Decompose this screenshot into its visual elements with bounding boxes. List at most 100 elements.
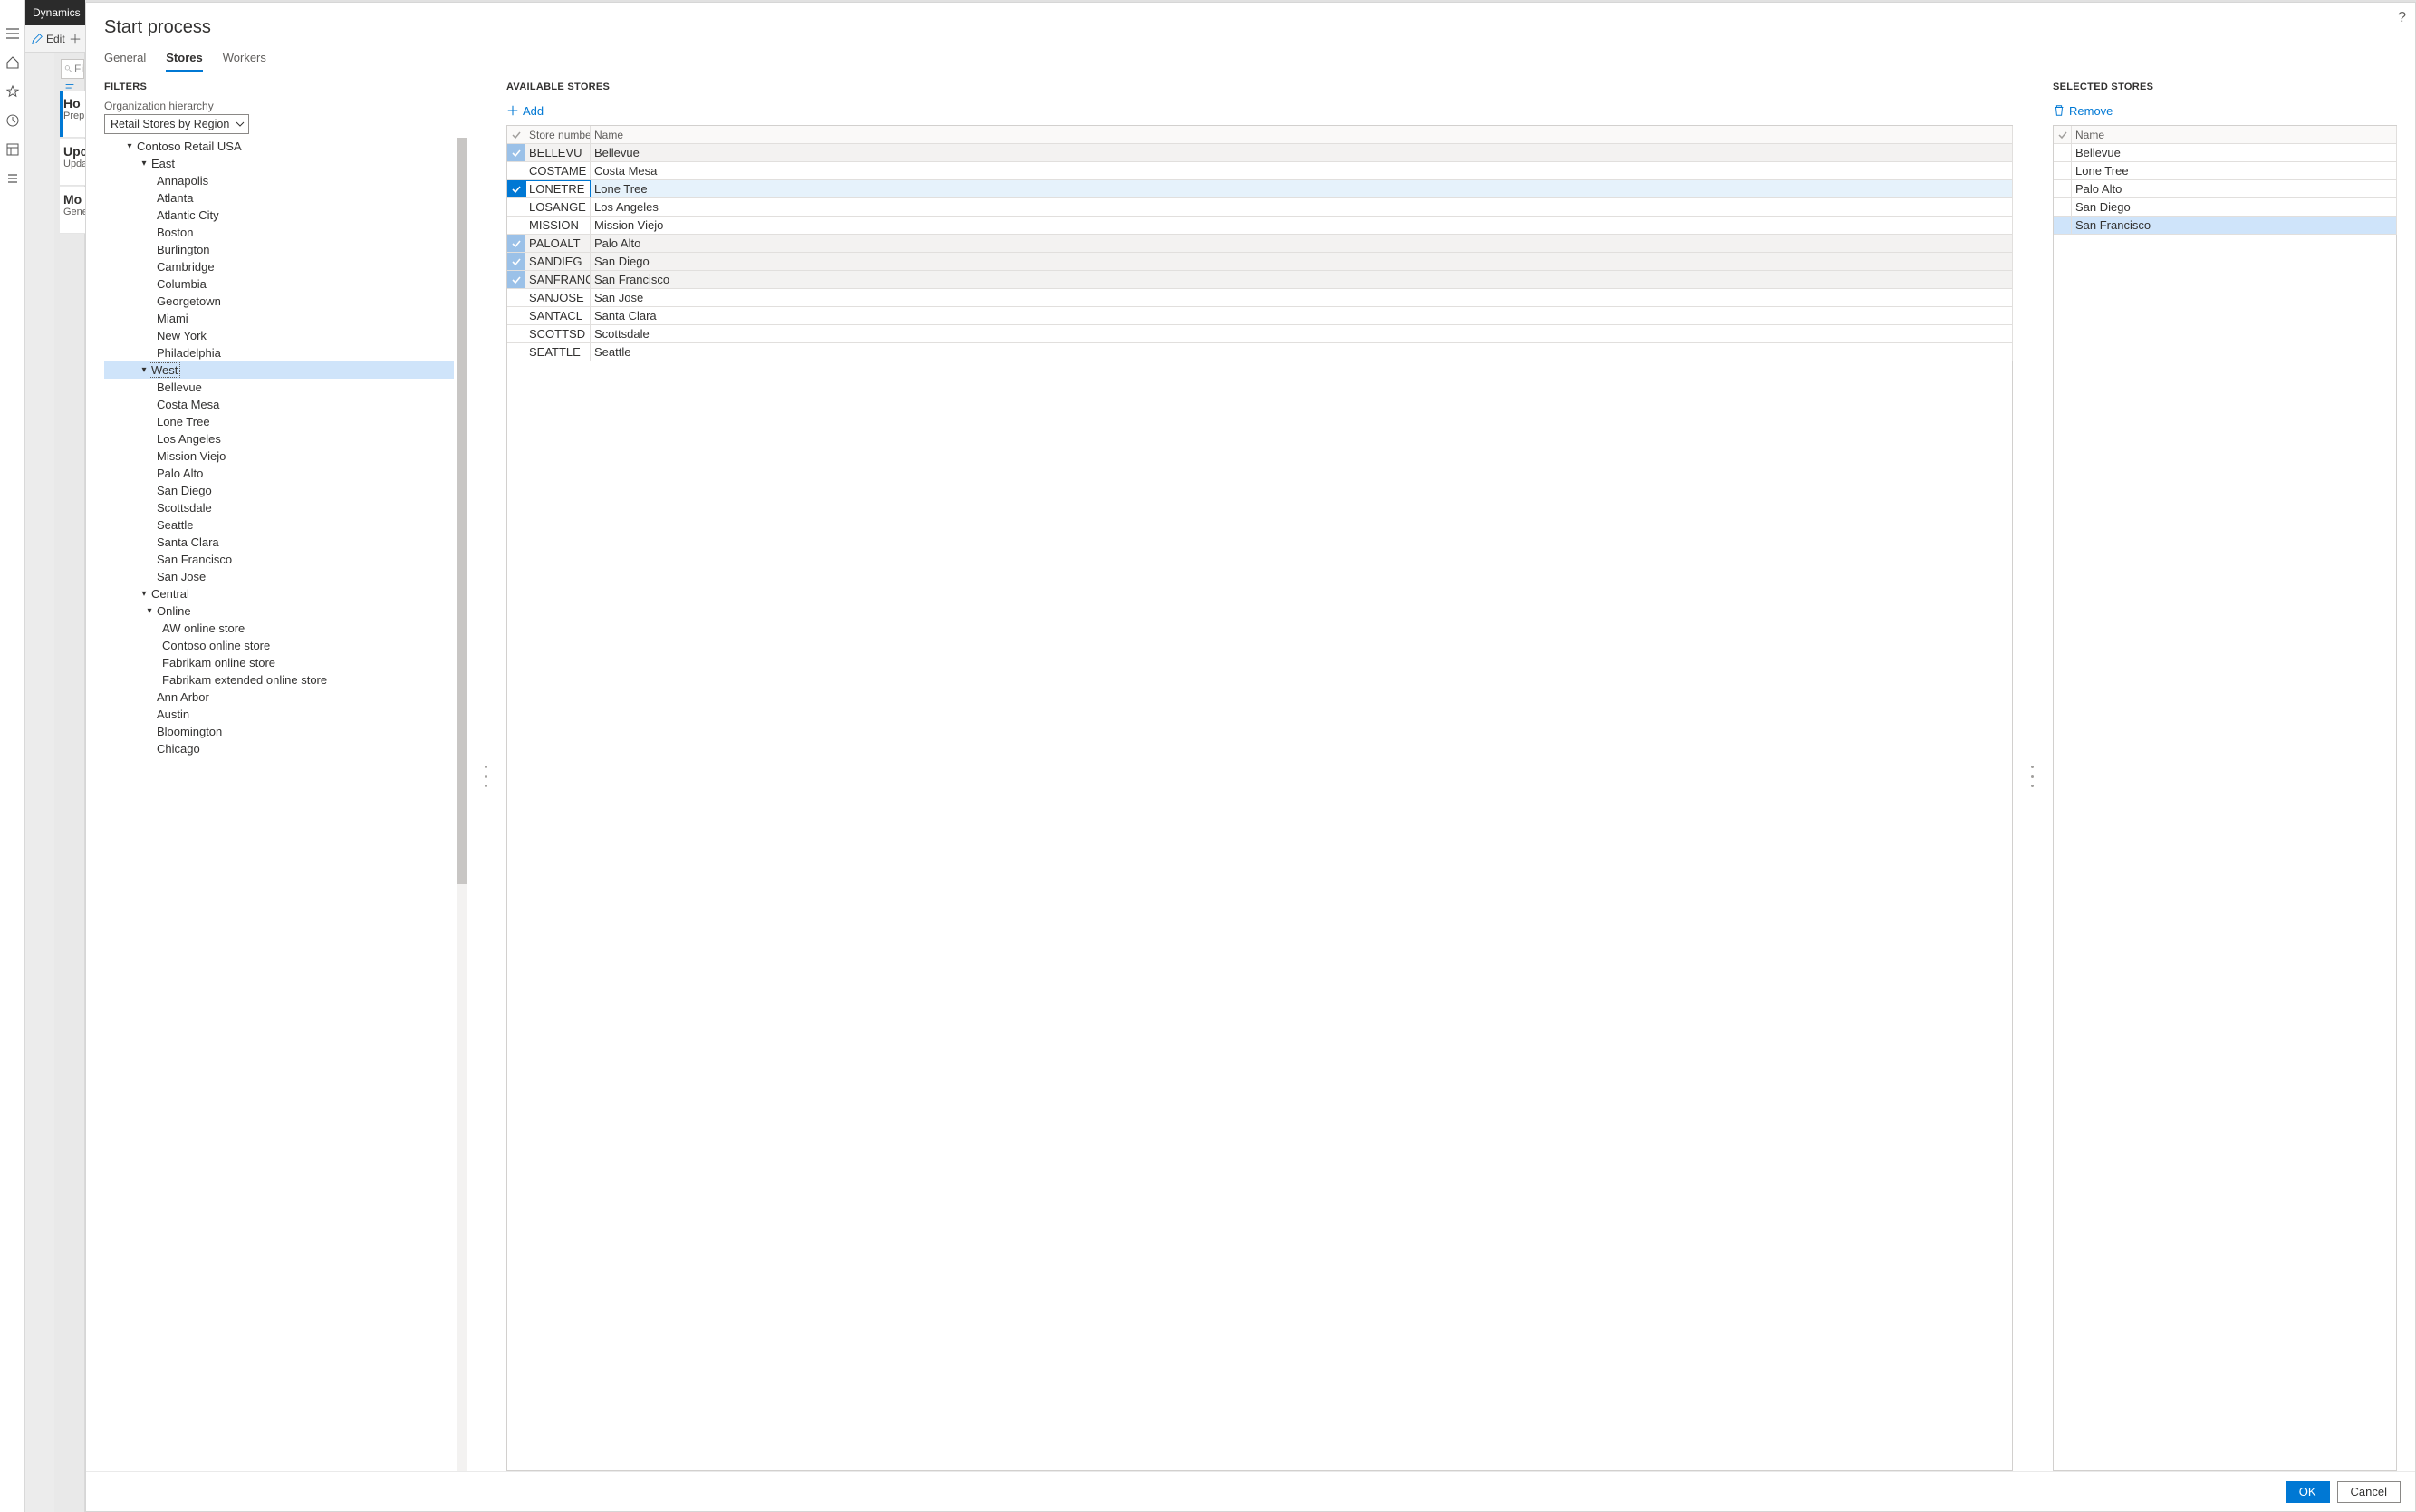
available-row[interactable]: SANFRANCISSan Francisco <box>507 271 2013 289</box>
tree-node[interactable]: Mission Viejo <box>104 448 454 465</box>
available-row[interactable]: SEATTLESeattle <box>507 343 2013 361</box>
tree-node[interactable]: Costa Mesa <box>104 396 454 413</box>
plus-icon[interactable] <box>69 33 82 45</box>
row-checkbox[interactable] <box>2054 217 2072 234</box>
tree-scrollbar-thumb[interactable] <box>457 138 467 884</box>
tree-node[interactable]: Scottsdale <box>104 499 454 516</box>
tree-node[interactable]: ▾East <box>104 155 454 172</box>
selected-row[interactable]: Palo Alto <box>2054 180 2397 198</box>
tree-node[interactable]: Fabrikam extended online store <box>104 671 454 689</box>
tree-node[interactable]: Seattle <box>104 516 454 534</box>
tree-node[interactable]: AW online store <box>104 620 454 637</box>
org-hierarchy-dropdown[interactable]: Retail Stores by Region <box>104 114 249 134</box>
bg-card[interactable]: UpcUpda <box>60 139 85 186</box>
available-row[interactable]: SANJOSESan Jose <box>507 289 2013 307</box>
row-checkbox[interactable] <box>2054 144 2072 161</box>
tree-node[interactable]: ▾Central <box>104 585 454 602</box>
tree-node[interactable]: ▾Online <box>104 602 454 620</box>
tab-workers[interactable]: Workers <box>223 51 266 72</box>
bg-search-input[interactable]: Fi <box>61 59 84 79</box>
available-row[interactable]: BELLEVUBellevue <box>507 144 2013 162</box>
tree-node[interactable]: Palo Alto <box>104 465 454 482</box>
available-row[interactable]: LONETRELone Tree <box>507 180 2013 198</box>
selected-row[interactable]: San Diego <box>2054 198 2397 217</box>
tree-node[interactable]: Los Angeles <box>104 430 454 448</box>
row-checkbox[interactable] <box>507 307 525 324</box>
add-button[interactable]: Add <box>506 100 2013 121</box>
row-checkbox[interactable] <box>507 180 525 197</box>
nav-recent-icon[interactable] <box>0 112 25 129</box>
tree-node[interactable]: Cambridge <box>104 258 454 275</box>
row-checkbox[interactable] <box>2054 162 2072 179</box>
splitter-left[interactable] <box>483 82 490 1471</box>
row-checkbox[interactable] <box>507 217 525 234</box>
col-store-number[interactable]: Store number <box>525 126 591 143</box>
tree-node[interactable]: San Diego <box>104 482 454 499</box>
nav-home-icon[interactable] <box>0 54 25 71</box>
available-row[interactable]: LOSANGELos Angeles <box>507 198 2013 217</box>
remove-button[interactable]: Remove <box>2053 100 2397 121</box>
ok-button[interactable]: OK <box>2286 1481 2330 1503</box>
selected-row[interactable]: San Francisco <box>2054 217 2397 235</box>
tree-node[interactable]: Fabrikam online store <box>104 654 454 671</box>
available-row[interactable]: SCOTTSDScottsdale <box>507 325 2013 343</box>
row-checkbox[interactable] <box>507 325 525 342</box>
tree-node[interactable]: ▾West <box>104 361 454 379</box>
col-name[interactable]: Name <box>591 126 2012 143</box>
row-checkbox[interactable] <box>507 253 525 270</box>
nav-list-icon[interactable] <box>0 170 25 187</box>
tree-node[interactable]: New York <box>104 327 454 344</box>
col-name[interactable]: Name <box>2072 126 2396 143</box>
row-checkbox[interactable] <box>507 289 525 306</box>
row-checkbox[interactable] <box>507 343 525 361</box>
tree-node[interactable]: Contoso online store <box>104 637 454 654</box>
available-row[interactable]: COSTAMECosta Mesa <box>507 162 2013 180</box>
tree-node[interactable]: Lone Tree <box>104 413 454 430</box>
row-checkbox[interactable] <box>507 144 525 161</box>
help-button[interactable]: ? <box>2398 10 2406 26</box>
tree-node[interactable]: Columbia <box>104 275 454 293</box>
available-row[interactable]: MISSIONMission Viejo <box>507 217 2013 235</box>
tab-stores[interactable]: Stores <box>166 51 202 72</box>
splitter-right[interactable] <box>2029 82 2036 1471</box>
tree-node[interactable]: Atlanta <box>104 189 454 207</box>
tree-node[interactable]: Ann Arbor <box>104 689 454 706</box>
nav-menu-icon[interactable] <box>0 25 25 42</box>
tree-node[interactable]: ▾Contoso Retail USA <box>104 138 454 155</box>
tree-node[interactable]: San Jose <box>104 568 454 585</box>
tree-node[interactable]: Austin <box>104 706 454 723</box>
tree-node[interactable]: Santa Clara <box>104 534 454 551</box>
tree-node[interactable]: Philadelphia <box>104 344 454 361</box>
selected-row[interactable]: Bellevue <box>2054 144 2397 162</box>
row-checkbox[interactable] <box>2054 180 2072 197</box>
row-checkbox[interactable] <box>507 235 525 252</box>
selected-row[interactable]: Lone Tree <box>2054 162 2397 180</box>
tree-node[interactable]: Georgetown <box>104 293 454 310</box>
edit-button[interactable]: Edit <box>31 33 65 45</box>
available-row[interactable]: SANTACLSanta Clara <box>507 307 2013 325</box>
row-checkbox[interactable] <box>507 271 525 288</box>
tree-node[interactable]: Miami <box>104 310 454 327</box>
tree-node[interactable]: Burlington <box>104 241 454 258</box>
bg-card[interactable]: MoGene <box>60 187 85 234</box>
cancel-button[interactable]: Cancel <box>2337 1481 2401 1503</box>
header-checkbox[interactable] <box>2054 126 2072 143</box>
row-checkbox[interactable] <box>2054 198 2072 216</box>
tree-node[interactable]: Bloomington <box>104 723 454 740</box>
bg-card[interactable]: HoPrep <box>60 91 85 138</box>
available-row[interactable]: PALOALTPalo Alto <box>507 235 2013 253</box>
tree-node[interactable]: Bellevue <box>104 379 454 396</box>
org-hierarchy-tree[interactable]: ▾Contoso Retail USA▾EastAnnapolisAtlanta… <box>104 138 467 1471</box>
nav-favorite-icon[interactable] <box>0 83 25 100</box>
tree-node[interactable]: Atlantic City <box>104 207 454 224</box>
tree-node[interactable]: Annapolis <box>104 172 454 189</box>
available-row[interactable]: SANDIEGSan Diego <box>507 253 2013 271</box>
tree-node[interactable]: Chicago <box>104 740 454 757</box>
tree-scrollbar[interactable] <box>457 138 467 1471</box>
header-checkbox[interactable] <box>507 126 525 143</box>
tree-node[interactable]: San Francisco <box>104 551 454 568</box>
tree-node[interactable]: Boston <box>104 224 454 241</box>
tab-general[interactable]: General <box>104 51 146 72</box>
nav-workspaces-icon[interactable] <box>0 141 25 158</box>
row-checkbox[interactable] <box>507 162 525 179</box>
